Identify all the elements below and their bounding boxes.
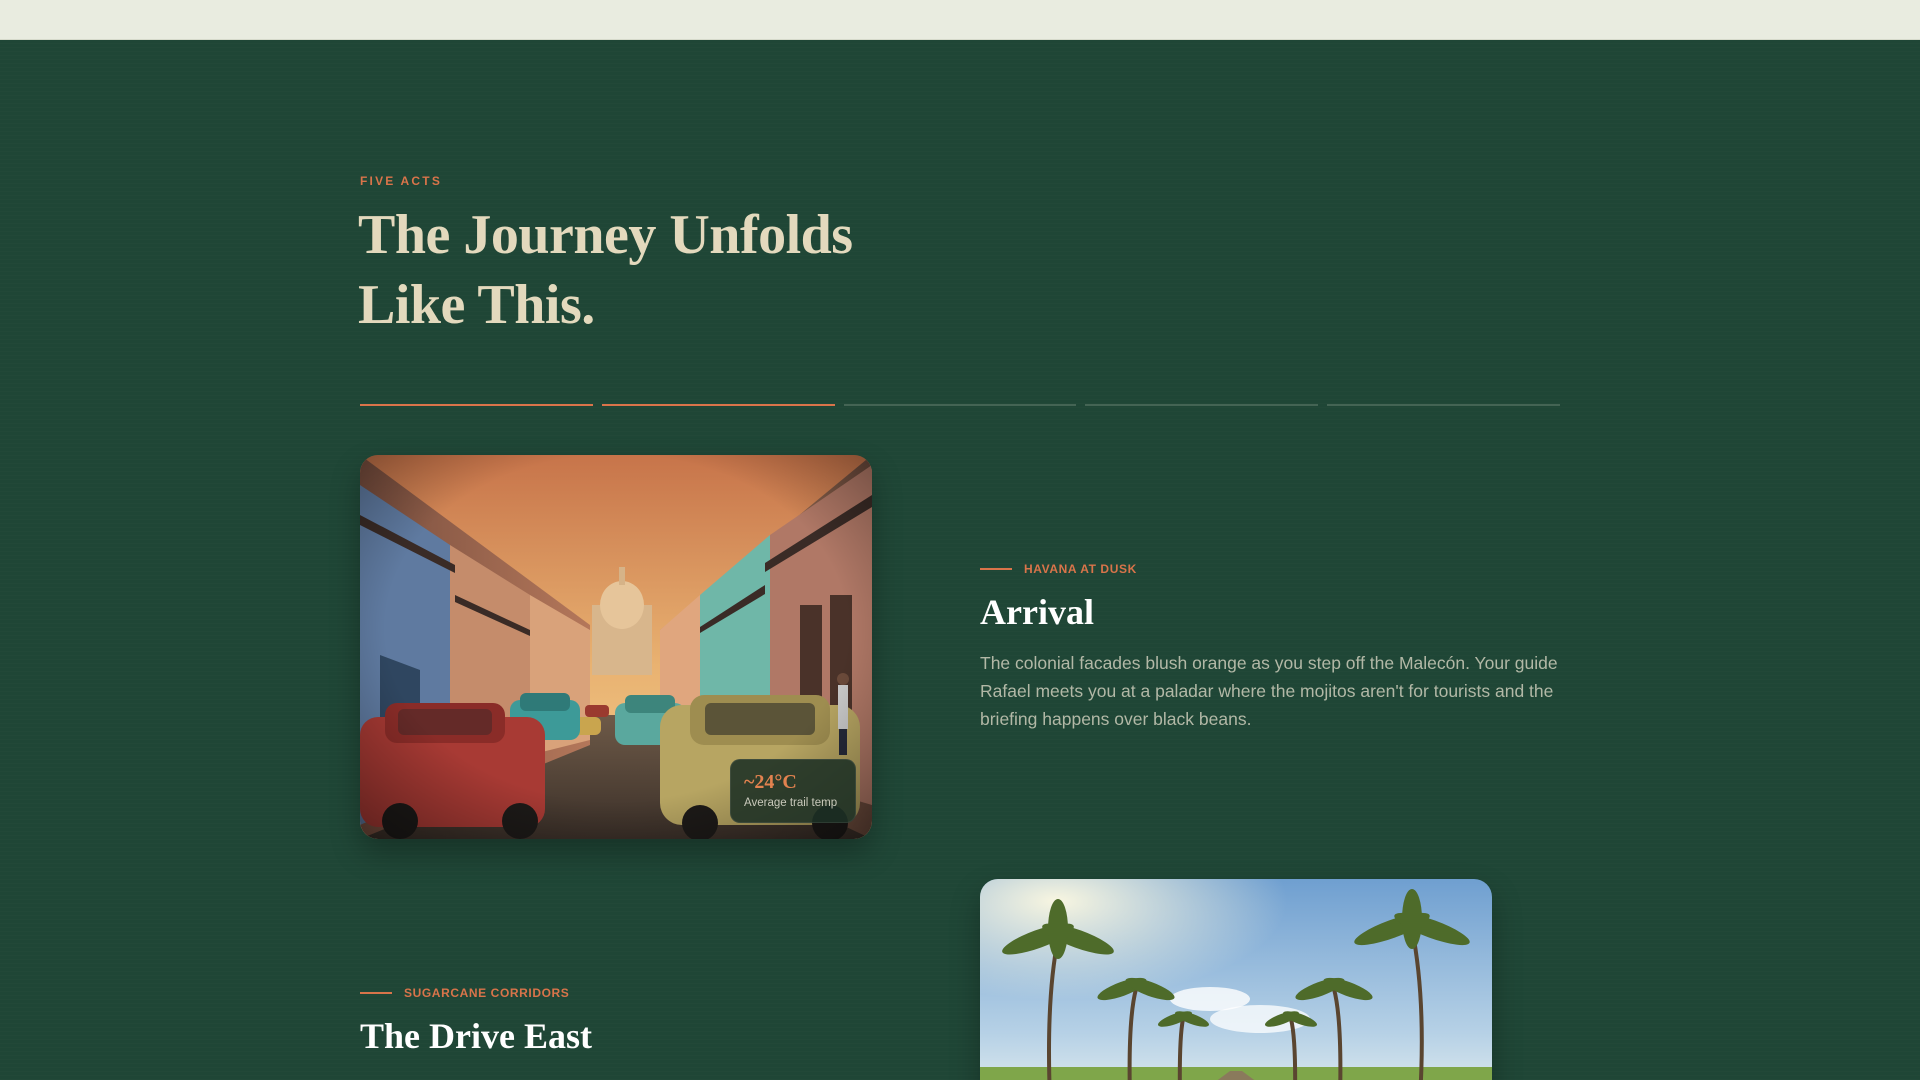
- temperature-label: Average trail temp: [744, 797, 838, 809]
- act-1-kicker: HAVANA AT DUSK: [980, 562, 1137, 576]
- top-navigation-bar: [0, 0, 1920, 40]
- kicker-dash: [980, 568, 1012, 570]
- act-2-kicker: SUGARCANE CORRIDORS: [360, 986, 569, 1000]
- act-1-description: The colonial facades blush orange as you…: [980, 653, 1558, 729]
- progress-segment-5[interactable]: [1327, 404, 1560, 406]
- havana-street-photo: ~24°C Average trail temp: [360, 455, 872, 839]
- act-1-kicker-text: HAVANA AT DUSK: [1024, 562, 1137, 576]
- section-eyebrow: FIVE ACTS: [360, 174, 443, 188]
- acts-progress-bar: [360, 404, 1560, 406]
- act-1-title: Arrival: [980, 592, 1094, 632]
- section-title: The Journey Unfolds Like This.: [358, 204, 853, 336]
- progress-segment-3[interactable]: [843, 404, 1077, 406]
- journey-section: [0, 40, 1920, 1080]
- progress-segment-2[interactable]: [601, 404, 835, 406]
- palm-road-illustration: [980, 879, 1492, 1080]
- palm-road-photo: [980, 879, 1492, 1080]
- act-2-kicker-text: SUGARCANE CORRIDORS: [404, 986, 570, 1000]
- temperature-value: ~24°C: [744, 771, 797, 793]
- temperature-badge: ~24°C Average trail temp: [730, 759, 856, 823]
- progress-segment-1[interactable]: [360, 404, 593, 406]
- kicker-dash: [360, 992, 392, 994]
- act-2-title: The Drive East: [360, 1016, 592, 1056]
- progress-segment-4[interactable]: [1085, 404, 1319, 406]
